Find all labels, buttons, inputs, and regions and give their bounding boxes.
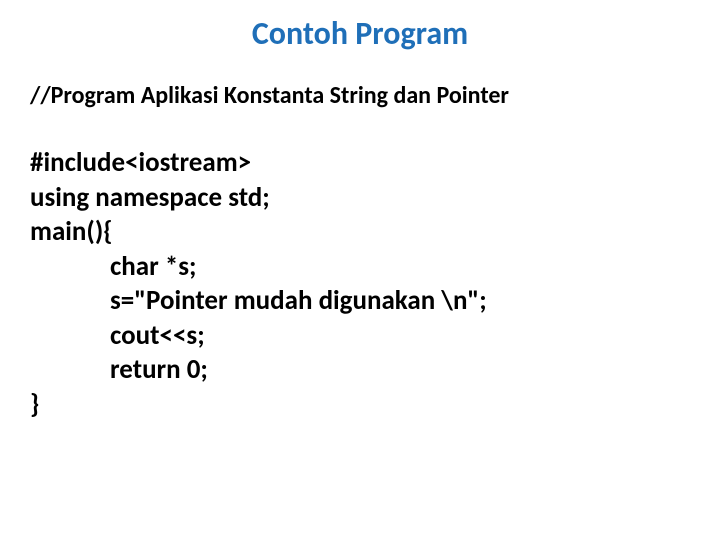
code-line: s="Pointer mudah digunakan \n";: [30, 284, 690, 319]
code-line: using namespace std;: [30, 181, 690, 216]
code-block: #include<iostream> using namespace std; …: [30, 146, 690, 422]
code-line: }: [30, 388, 690, 423]
code-line: main(){: [30, 215, 690, 250]
code-line: #include<iostream>: [30, 146, 690, 181]
code-line: cout<<s;: [30, 319, 690, 354]
code-line: char *s;: [30, 250, 690, 285]
code-line: return 0;: [30, 353, 690, 388]
slide-title: Contoh Program: [30, 14, 690, 53]
program-comment: //Program Aplikasi Konstanta String dan …: [30, 81, 690, 110]
